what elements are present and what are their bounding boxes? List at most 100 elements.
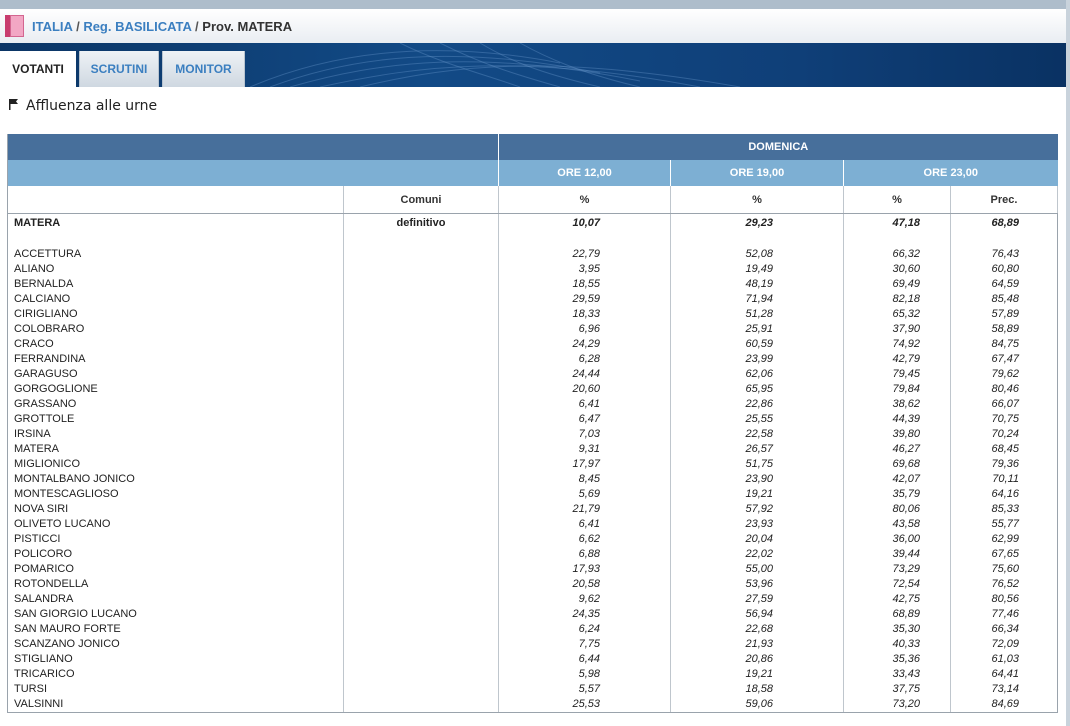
turnout-ore-23: 39,80 [843, 427, 951, 442]
breadcrumb-separator: / [195, 19, 199, 34]
comune-name[interactable]: MONTALBANO JONICO [7, 472, 344, 487]
turnout-ore-12: 6,41 [498, 397, 671, 412]
turnout-prec: 77,46 [950, 607, 1059, 622]
comune-name[interactable]: CRACO [7, 337, 344, 352]
comune-status [343, 292, 499, 307]
table-row: COLOBRARO 6,96 25,91 37,90 58,89 [7, 322, 1059, 337]
turnout-ore-19: 23,99 [670, 352, 844, 367]
table-row: MATERA 9,31 26,57 46,27 68,45 [7, 442, 1059, 457]
turnout-prec: 60,80 [950, 262, 1059, 277]
comune-status [343, 637, 499, 652]
turnout-ore-23: 44,39 [843, 412, 951, 427]
turnout-ore-19: 20,86 [670, 652, 844, 667]
table-row: POLICORO 6,88 22,02 39,44 67,65 [7, 547, 1059, 562]
tab-scrutini[interactable]: SCRUTINI [79, 51, 159, 87]
turnout-ore-12: 18,33 [498, 307, 671, 322]
comune-name[interactable]: STIGLIANO [7, 652, 344, 667]
header-prec: Prec. [950, 186, 1059, 214]
comune-status [343, 307, 499, 322]
comune-name[interactable]: GRASSANO [7, 397, 344, 412]
comune-name[interactable]: GORGOGLIONE [7, 382, 344, 397]
comune-name[interactable]: TRICARICO [7, 667, 344, 682]
comune-status [343, 457, 499, 472]
turnout-prec: 84,69 [950, 697, 1059, 713]
comune-name[interactable]: TURSI [7, 682, 344, 697]
turnout-ore-23: 73,29 [843, 562, 951, 577]
tab-votanti[interactable]: VOTANTI [0, 51, 76, 87]
total-v12: 10,07 [498, 213, 671, 231]
turnout-ore-19: 62,06 [670, 367, 844, 382]
comune-name[interactable]: COLOBRARO [7, 322, 344, 337]
comune-name[interactable]: CALCIANO [7, 292, 344, 307]
turnout-ore-12: 24,35 [498, 607, 671, 622]
turnout-ore-19: 19,49 [670, 262, 844, 277]
comune-name[interactable]: GARAGUSO [7, 367, 344, 382]
comune-status [343, 547, 499, 562]
turnout-ore-23: 42,75 [843, 592, 951, 607]
table-row: GROTTOLE 6,47 25,55 44,39 70,75 [7, 412, 1059, 427]
turnout-prec: 64,16 [950, 487, 1059, 502]
turnout-ore-19: 48,19 [670, 277, 844, 292]
comune-name[interactable]: MIGLIONICO [7, 457, 344, 472]
top-strip [0, 0, 1070, 9]
comune-name[interactable]: POLICORO [7, 547, 344, 562]
comune-name[interactable]: SAN MAURO FORTE [7, 622, 344, 637]
turnout-ore-12: 21,79 [498, 502, 671, 517]
header-row-columns: Comuni % % % Prec. [7, 186, 1059, 214]
comune-name[interactable]: SAN GIORGIO LUCANO [7, 607, 344, 622]
comune-name[interactable]: MATERA [7, 442, 344, 457]
turnout-ore-12: 7,75 [498, 637, 671, 652]
comune-name[interactable]: NOVA SIRI [7, 502, 344, 517]
tab-monitor[interactable]: MONITOR [162, 51, 245, 87]
turnout-ore-12: 6,28 [498, 352, 671, 367]
comune-name[interactable]: BERNALDA [7, 277, 344, 292]
breadcrumb-italia-link[interactable]: ITALIA [32, 19, 72, 34]
comune-name[interactable]: MONTESCAGLIOSO [7, 487, 344, 502]
comune-name[interactable]: ALIANO [7, 262, 344, 277]
turnout-ore-12: 6,96 [498, 322, 671, 337]
comune-name[interactable]: FERRANDINA [7, 352, 344, 367]
header-blank [7, 186, 344, 214]
comune-name[interactable]: POMARICO [7, 562, 344, 577]
table-row: STIGLIANO 6,44 20,86 35,36 61,03 [7, 652, 1059, 667]
turnout-prec: 75,60 [950, 562, 1059, 577]
comune-name[interactable]: PISTICCI [7, 532, 344, 547]
turnout-prec: 85,48 [950, 292, 1059, 307]
spacer-row [7, 231, 1059, 247]
turnout-ore-19: 21,93 [670, 637, 844, 652]
nav-band: VOTANTI SCRUTINI MONITOR [0, 43, 1066, 87]
turnout-ore-19: 55,00 [670, 562, 844, 577]
comune-name[interactable]: ROTONDELLA [7, 577, 344, 592]
table-row: NOVA SIRI 21,79 57,92 80,06 85,33 [7, 502, 1059, 517]
turnout-ore-19: 19,21 [670, 487, 844, 502]
turnout-ore-19: 19,21 [670, 667, 844, 682]
table-row: GORGOGLIONE 20,60 65,95 79,84 80,46 [7, 382, 1059, 397]
comune-name[interactable]: ACCETTURA [7, 247, 344, 262]
turnout-prec: 67,47 [950, 352, 1059, 367]
comune-name[interactable]: SCANZANO JONICO [7, 637, 344, 652]
turnout-prec: 76,43 [950, 247, 1059, 262]
comune-status [343, 562, 499, 577]
comune-status [343, 367, 499, 382]
comune-name[interactable]: VALSINNI [7, 697, 344, 713]
comune-name[interactable]: GROTTOLE [7, 412, 344, 427]
table-row: TURSI 5,57 18,58 37,75 73,14 [7, 682, 1059, 697]
header-row-day: DOMENICA [7, 134, 1058, 160]
turnout-ore-12: 9,31 [498, 442, 671, 457]
comune-status [343, 397, 499, 412]
comune-name[interactable]: SALANDRA [7, 592, 344, 607]
comune-name[interactable]: IRSINA [7, 427, 344, 442]
comune-status [343, 412, 499, 427]
comune-name[interactable]: CIRIGLIANO [7, 307, 344, 322]
turnout-ore-23: 30,60 [843, 262, 951, 277]
comune-name[interactable]: OLIVETO LUCANO [7, 517, 344, 532]
turnout-ore-12: 7,03 [498, 427, 671, 442]
turnout-prec: 62,99 [950, 532, 1059, 547]
turnout-ore-23: 72,54 [843, 577, 951, 592]
turnout-ore-19: 25,91 [670, 322, 844, 337]
breadcrumb-region-link[interactable]: Reg. BASILICATA [83, 19, 191, 34]
turnout-prec: 70,75 [950, 412, 1059, 427]
total-v23: 47,18 [843, 213, 951, 231]
comune-status [343, 652, 499, 667]
turnout-ore-19: 56,94 [670, 607, 844, 622]
